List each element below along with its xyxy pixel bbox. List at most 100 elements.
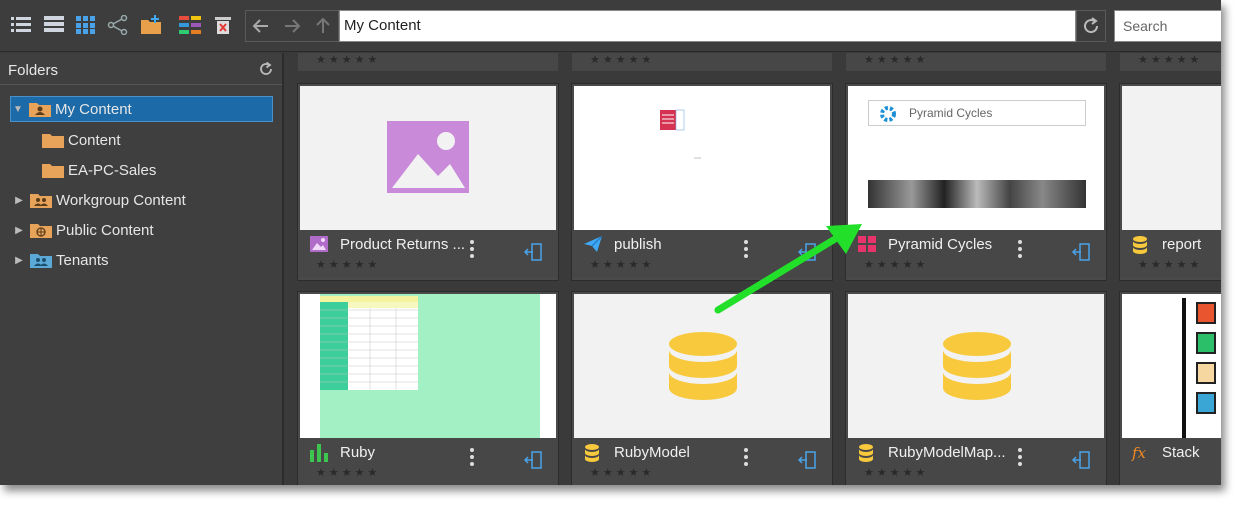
- content-card[interactable]: Product Returns ... ★★★★★: [297, 83, 559, 281]
- sidebar-item-my-content[interactable]: ▼ My Content: [10, 96, 273, 122]
- path-field[interactable]: My Content: [339, 10, 1076, 42]
- content-card[interactable]: RubyModelMap... ★★★★★: [845, 291, 1107, 485]
- sidebar-item-label: Tenants: [56, 251, 109, 269]
- open-icon[interactable]: [523, 242, 544, 262]
- more-options-icon[interactable]: [744, 448, 750, 469]
- database-large-icon: [943, 332, 1011, 400]
- paper-plane-icon: [584, 235, 604, 254]
- card-title[interactable]: RubyModelMap...: [888, 444, 1006, 461]
- card-caption: Product Returns ... ★★★★★: [298, 230, 558, 278]
- content-grid: ★★★★★ ★★★★★ ★★★★★ ★★★★★ Product Returns …: [286, 53, 1221, 485]
- share-icon[interactable]: [107, 14, 129, 36]
- open-icon[interactable]: [797, 450, 818, 470]
- content-card[interactable]: Ruby ★★★★★: [297, 291, 559, 485]
- branding-banner: Pyramid Cycles: [868, 100, 1086, 126]
- search-input[interactable]: Search: [1114, 10, 1221, 42]
- open-icon[interactable]: [1071, 450, 1092, 470]
- card-caption: report ★★★★★: [1120, 230, 1221, 278]
- caret-right-icon[interactable]: ▶: [12, 195, 26, 206]
- database-icon: [858, 444, 878, 462]
- photo-strip: [868, 180, 1086, 208]
- more-options-icon[interactable]: [1018, 240, 1024, 261]
- content-card[interactable]: Pyramid Cycles Pyramid Cycles ★★★★★: [845, 83, 1107, 281]
- card-thumbnail: [300, 294, 556, 438]
- partial-card: ★★★★★: [1120, 53, 1221, 71]
- card-title[interactable]: publish: [614, 236, 662, 253]
- app-window: My Content Search Folders ▼ My Content C…: [0, 0, 1221, 485]
- open-icon[interactable]: [1071, 242, 1092, 262]
- grid-view-icon[interactable]: [75, 14, 97, 36]
- content-card[interactable]: publish ★★★★★: [571, 83, 833, 281]
- partial-card: ★★★★★: [298, 53, 558, 71]
- sidebar-item-label: My Content: [55, 100, 132, 118]
- bar-chart-icon: [310, 444, 330, 462]
- card-thumbnail: [1122, 294, 1221, 438]
- caret-down-icon[interactable]: ▼: [11, 104, 25, 115]
- folders-panel: Folders ▼ My Content Content EA-PC-Sales…: [0, 53, 284, 485]
- card-thumbnail: [1122, 86, 1221, 230]
- partial-card: ★★★★★: [572, 53, 832, 71]
- card-caption: fx Stack: [1120, 438, 1221, 485]
- forward-arrow-icon[interactable]: [277, 11, 308, 41]
- card-title[interactable]: report: [1162, 236, 1201, 253]
- sidebar-item-ea-pc-sales[interactable]: EA-PC-Sales: [24, 157, 156, 183]
- refresh-icon[interactable]: [1076, 10, 1106, 42]
- rating-stars[interactable]: ★★★★★: [316, 466, 380, 479]
- card-thumbnail: Pyramid Cycles: [848, 86, 1104, 230]
- rating-stars[interactable]: ★★★★★: [590, 258, 654, 271]
- sidebar-item-workgroup-content[interactable]: ▶ Workgroup Content: [12, 187, 186, 213]
- palette-icon[interactable]: [179, 14, 201, 36]
- refresh-icon[interactable]: [258, 61, 274, 81]
- card-title[interactable]: Product Returns ...: [340, 236, 465, 253]
- sidebar-item-label: Public Content: [56, 221, 154, 239]
- folders-title: Folders: [8, 62, 59, 79]
- rating-stars[interactable]: ★★★★★: [864, 466, 928, 479]
- delete-icon[interactable]: [212, 14, 234, 36]
- rating-stars[interactable]: ★★★★★: [1138, 258, 1202, 271]
- open-icon[interactable]: [797, 242, 818, 262]
- content-card[interactable]: fx Stack: [1119, 291, 1221, 485]
- sidebar-item-public-content[interactable]: ▶ Public Content: [12, 217, 154, 243]
- sidebar-item-label: Workgroup Content: [56, 191, 186, 209]
- database-icon: [1132, 236, 1152, 254]
- rating-stars[interactable]: ★★★★★: [864, 258, 928, 271]
- card-caption: RubyModelMap... ★★★★★: [846, 438, 1106, 485]
- content-card[interactable]: RubyModel ★★★★★: [571, 291, 833, 485]
- sidebar-item-content[interactable]: Content: [24, 127, 121, 153]
- open-icon[interactable]: [523, 450, 544, 470]
- card-caption: Pyramid Cycles ★★★★★: [846, 230, 1106, 278]
- more-options-icon[interactable]: [470, 240, 476, 261]
- list-view-icon[interactable]: [10, 14, 32, 36]
- gear-icon: [880, 106, 896, 122]
- rating-stars[interactable]: ★★★★★: [590, 466, 654, 479]
- caret-right-icon[interactable]: ▶: [12, 255, 26, 266]
- document-preview-icon: [660, 109, 701, 159]
- more-options-icon[interactable]: [744, 240, 750, 261]
- card-title[interactable]: Stack: [1162, 444, 1200, 461]
- rating-stars[interactable]: ★★★★★: [316, 258, 380, 271]
- card-title[interactable]: RubyModel: [614, 444, 690, 461]
- banner-title: Pyramid Cycles: [909, 106, 993, 120]
- detail-view-icon[interactable]: [43, 14, 65, 36]
- caret-right-icon[interactable]: ▶: [12, 225, 26, 236]
- group-folder-icon: [30, 192, 52, 208]
- toolbar: My Content Search: [0, 0, 1221, 52]
- new-folder-icon[interactable]: [140, 14, 162, 36]
- more-options-icon[interactable]: [1018, 448, 1024, 469]
- more-options-icon[interactable]: [470, 448, 476, 469]
- globe-folder-icon: [30, 222, 52, 238]
- card-title[interactable]: Ruby: [340, 444, 375, 461]
- user-folder-icon: [29, 101, 51, 117]
- card-thumbnail: [300, 86, 556, 230]
- card-title[interactable]: Pyramid Cycles: [888, 236, 992, 253]
- tenants-folder-icon: [30, 252, 52, 268]
- image-icon: [310, 236, 330, 254]
- folder-icon: [42, 132, 64, 148]
- folders-header: Folders: [0, 53, 282, 85]
- sidebar-item-tenants[interactable]: ▶ Tenants: [12, 247, 109, 273]
- database-large-icon: [669, 332, 737, 400]
- content-card[interactable]: report ★★★★★: [1119, 83, 1221, 281]
- tiles-icon: [858, 236, 878, 254]
- up-arrow-icon[interactable]: [307, 11, 338, 41]
- back-arrow-icon[interactable]: [246, 11, 277, 41]
